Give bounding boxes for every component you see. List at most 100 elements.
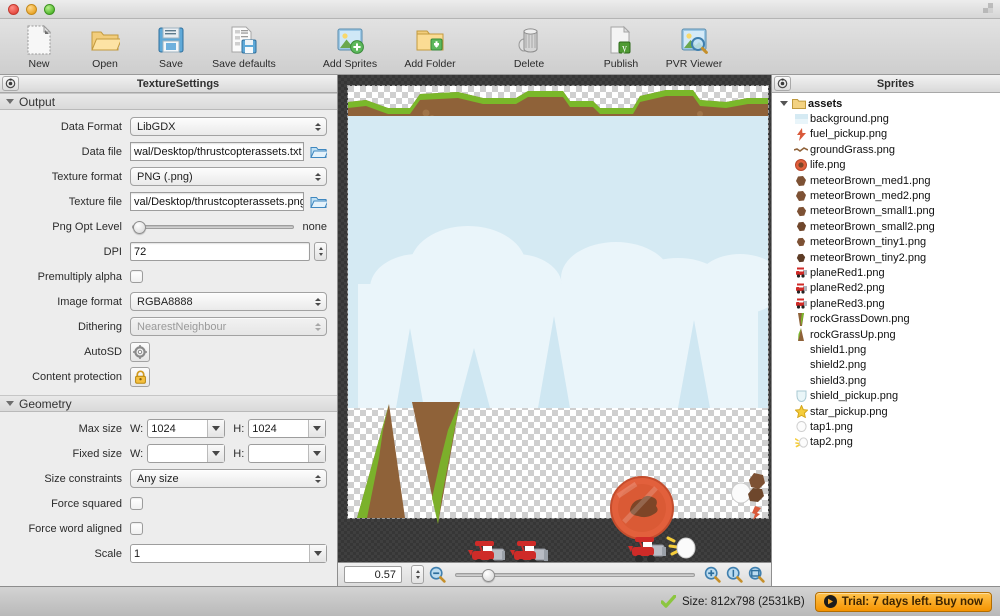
sprite-plane-icon xyxy=(792,267,810,279)
toolbar-button-publish[interactable]: y Publish xyxy=(588,23,654,70)
field-texture-format: Texture format PNG (.png) xyxy=(4,166,327,187)
sprite-tap2[interactable] xyxy=(666,534,696,562)
main-content: TextureSettings Output Data Format LibGD… xyxy=(0,75,1000,586)
premultiply-alpha-checkbox[interactable] xyxy=(130,270,143,283)
chevron-down-icon xyxy=(6,99,14,104)
zoom-button[interactable] xyxy=(44,3,55,15)
new-document-icon xyxy=(25,25,53,55)
toolbar-button-save-defaults[interactable]: Save defaults xyxy=(204,23,284,70)
list-item[interactable]: shield_pickup.png xyxy=(772,388,1000,403)
list-item[interactable]: meteorBrown_tiny2.png xyxy=(772,250,1000,265)
texture-sheet[interactable] xyxy=(347,85,769,562)
data-format-select[interactable]: LibGDX xyxy=(130,117,327,136)
zoom-value-input[interactable]: 0.57 xyxy=(344,566,402,583)
field-force-word-aligned: Force word aligned xyxy=(4,518,327,539)
zoom-fit-icon[interactable] xyxy=(748,566,765,583)
toolbar-button-pvr-viewer[interactable]: PVR Viewer xyxy=(654,23,734,70)
list-item[interactable]: tap2.png xyxy=(772,435,1000,450)
texture-file-input[interactable]: val/Desktop/thrustcopterassets.png xyxy=(130,192,304,211)
field-dithering: Dithering NearestNeighbour xyxy=(4,316,327,337)
toolbar-button-add-folder[interactable]: Add Folder xyxy=(390,23,470,70)
scale-combo[interactable]: 1 xyxy=(130,544,327,563)
sprite-planeRed2[interactable] xyxy=(510,538,550,562)
list-item[interactable]: meteorBrown_med2.png xyxy=(772,188,1000,203)
sprites-tree[interactable]: assets background.png fuel_pickup.png gr… xyxy=(772,93,1000,586)
toolbar-label: New xyxy=(28,58,50,70)
texture-file-browse-folder-icon[interactable] xyxy=(310,194,327,210)
field-png-opt-level: Png Opt Level none xyxy=(4,216,327,237)
zoom-out-icon[interactable] xyxy=(429,566,446,583)
select-value: LibGDX xyxy=(137,120,176,133)
list-item[interactable]: rockGrassUp.png xyxy=(772,327,1000,342)
minimize-button[interactable] xyxy=(26,3,37,15)
sprite-background[interactable] xyxy=(348,116,768,408)
sprite-planeRed3[interactable] xyxy=(628,534,668,562)
dithering-select[interactable]: NearestNeighbour xyxy=(130,317,327,336)
max-height-combo[interactable]: 1024 xyxy=(248,419,327,438)
list-item[interactable]: planeRed2.png xyxy=(772,281,1000,296)
trash-delete-icon xyxy=(515,25,543,55)
list-item[interactable]: tap1.png xyxy=(772,419,1000,434)
fixed-height-combo[interactable] xyxy=(248,444,327,463)
list-item[interactable]: star_pickup.png xyxy=(772,404,1000,419)
sprite-life[interactable] xyxy=(610,476,674,540)
list-item[interactable]: meteorBrown_small2.png xyxy=(772,219,1000,234)
list-item[interactable]: rockGrassDown.png xyxy=(772,311,1000,326)
sprite-planeRed1[interactable] xyxy=(468,538,508,562)
tree-root-assets[interactable]: assets xyxy=(772,96,1000,111)
list-item[interactable]: fuel_pickup.png xyxy=(772,127,1000,142)
image-format-select[interactable]: RGBA8888 xyxy=(130,292,327,311)
force-word-aligned-checkbox[interactable] xyxy=(130,522,143,535)
list-item[interactable]: background.png xyxy=(772,111,1000,126)
dpi-input[interactable]: 72 xyxy=(130,242,310,261)
toolbar-button-new[interactable]: New xyxy=(6,23,72,70)
sprite-rockGrassUp[interactable] xyxy=(353,404,411,522)
texture-format-select[interactable]: PNG (.png) xyxy=(130,167,327,186)
zoom-stepper[interactable] xyxy=(411,565,424,584)
resize-corner-icon[interactable] xyxy=(981,3,994,16)
force-squared-checkbox[interactable] xyxy=(130,497,143,510)
png-opt-level-slider[interactable] xyxy=(132,220,294,234)
list-item-label: meteorBrown_small1.png xyxy=(810,205,935,218)
panel-menu-icon[interactable] xyxy=(2,76,19,91)
list-item[interactable]: shield3.png xyxy=(772,373,1000,388)
panel-menu-icon[interactable] xyxy=(774,76,791,91)
toolbar-button-delete[interactable]: Delete xyxy=(496,23,562,70)
close-button[interactable] xyxy=(8,3,19,15)
fixed-width-combo[interactable] xyxy=(147,444,226,463)
chevron-down-icon[interactable] xyxy=(778,101,790,107)
toolbar-button-add-sprites[interactable]: Add Sprites xyxy=(310,23,390,70)
sprite-rockGrassDown[interactable] xyxy=(410,402,466,526)
list-item[interactable]: groundGrass.png xyxy=(772,142,1000,157)
dpi-stepper[interactable] xyxy=(314,242,327,261)
list-item[interactable]: planeRed1.png xyxy=(772,265,1000,280)
list-item[interactable]: meteorBrown_small1.png xyxy=(772,204,1000,219)
size-constraints-select[interactable]: Any size xyxy=(130,469,327,488)
section-header-output[interactable]: Output xyxy=(0,93,337,110)
list-item[interactable]: life.png xyxy=(772,158,1000,173)
list-item[interactable]: meteorBrown_tiny1.png xyxy=(772,235,1000,250)
max-width-combo[interactable]: 1024 xyxy=(147,419,226,438)
data-file-input[interactable]: wal/Desktop/thrustcopterassets.txt xyxy=(130,142,304,161)
autosd-button[interactable] xyxy=(130,341,150,362)
sprite-rock-up-icon xyxy=(792,328,810,342)
settings-scroll-area[interactable]: Output Data Format LibGDX Data file wal/… xyxy=(0,93,337,586)
zoom-in-icon[interactable] xyxy=(704,566,721,583)
sprite-meteor-fuel-group[interactable] xyxy=(744,472,768,520)
atlas-canvas[interactable] xyxy=(338,75,771,562)
section-header-geometry[interactable]: Geometry xyxy=(0,395,337,412)
slider-knob[interactable] xyxy=(133,220,146,234)
list-item[interactable]: shield2.png xyxy=(772,358,1000,373)
list-item[interactable]: planeRed3.png xyxy=(772,296,1000,311)
list-item-label: shield1.png xyxy=(810,343,867,356)
toolbar-button-save[interactable]: Save xyxy=(138,23,204,70)
list-item[interactable]: shield1.png xyxy=(772,342,1000,357)
list-item[interactable]: meteorBrown_med1.png xyxy=(772,173,1000,188)
data-file-browse-folder-icon[interactable] xyxy=(310,144,327,160)
zoom-slider[interactable] xyxy=(455,568,695,582)
content-protection-button[interactable] xyxy=(130,366,150,387)
zoom-actual-size-icon[interactable] xyxy=(726,566,743,583)
toolbar-button-open[interactable]: Open xyxy=(72,23,138,70)
trial-badge[interactable]: Trial: 7 days left. Buy now xyxy=(814,591,992,612)
zoom-slider-knob[interactable] xyxy=(482,568,496,582)
